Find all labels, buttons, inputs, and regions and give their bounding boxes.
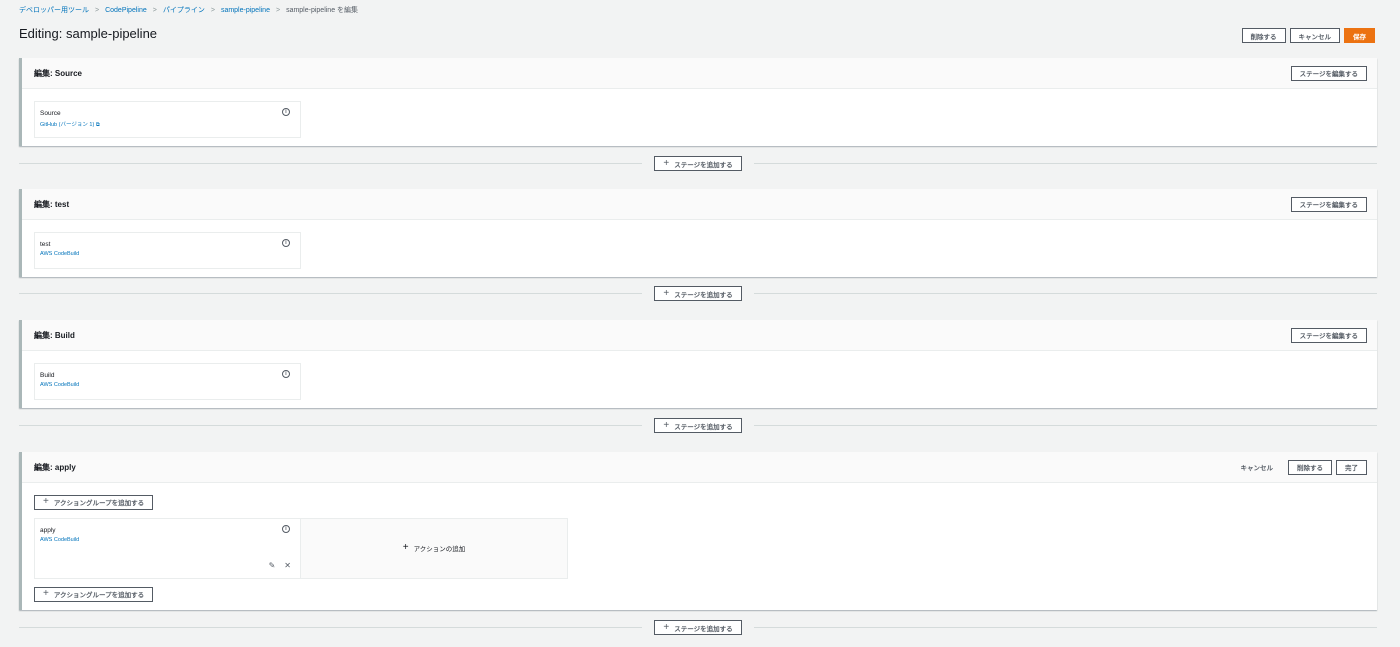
stage-title: 編集: Source — [34, 68, 83, 78]
plus-icon: + — [402, 542, 409, 553]
action-provider-link[interactable]: GitHub (バージョン 1) ⧉ — [40, 120, 295, 129]
plus-icon: + — [663, 287, 670, 299]
add-stage-label: ステージを追加する — [674, 423, 733, 431]
stage-body: Source GitHub (バージョン 1) ⧉ i — [22, 89, 1377, 150]
add-stage-button[interactable]: + ステージを追加する — [654, 286, 742, 301]
action-group: apply AWS CodeBuild i ✎ ✕ + アクションの追加 — [34, 517, 1365, 579]
action-card: apply AWS CodeBuild i ✎ ✕ — [34, 517, 301, 579]
edit-stage-button[interactable]: ステージを編集する — [1290, 196, 1367, 212]
breadcrumb-pipelines[interactable]: パイプライン — [163, 5, 205, 15]
stage-header: 編集: test ステージを編集する — [22, 189, 1377, 220]
save-button[interactable]: 保存 — [1344, 28, 1375, 43]
chevron-right-icon: > — [152, 6, 157, 14]
external-link-icon: ⧉ — [95, 122, 100, 128]
add-stage-row: + ステージを追加する — [19, 156, 1377, 171]
stage-title: 編集: test — [34, 199, 70, 209]
action-provider-link[interactable]: AWS CodeBuild — [40, 537, 295, 543]
add-stage-label: ステージを追加する — [674, 291, 733, 299]
edit-stage-button[interactable]: ステージを編集する — [1290, 65, 1367, 81]
page-title: Editing: sample-pipeline — [19, 26, 158, 41]
stage-test: 編集: test ステージを編集する test AWS CodeBuild i — [19, 189, 1377, 277]
delete-stage-button[interactable]: 削除する — [1288, 459, 1332, 475]
add-stage-label: ステージを追加する — [674, 625, 733, 633]
stage-header: 編集: apply キャンセル 削除する 完了 — [22, 452, 1377, 483]
edit-icon[interactable]: ✎ — [269, 561, 276, 570]
info-icon[interactable]: i — [282, 239, 290, 247]
cancel-button[interactable]: キャンセル — [1289, 28, 1340, 43]
breadcrumb-current: sample-pipeline を編集 — [286, 7, 359, 14]
action-provider-link[interactable]: AWS CodeBuild — [40, 251, 295, 257]
action-provider-link[interactable]: AWS CodeBuild — [40, 382, 295, 388]
action-tools: ✎ ✕ — [269, 561, 291, 570]
stage-body: test AWS CodeBuild i — [22, 220, 1377, 281]
close-icon[interactable]: ✕ — [284, 561, 291, 570]
stage-body: Build AWS CodeBuild i — [22, 351, 1377, 412]
stage-apply: 編集: apply キャンセル 削除する 完了 + アクショングループを追加する … — [19, 452, 1377, 610]
add-action-group-label: アクショングループを追加する — [53, 592, 145, 599]
header-actions: 削除する キャンセル 保存 — [1241, 28, 1375, 43]
chevron-right-icon: > — [275, 6, 281, 14]
add-stage-row: + ステージを追加する — [19, 418, 1377, 433]
cancel-stage-edit-link[interactable]: キャンセル — [1241, 462, 1274, 472]
breadcrumb-sample-pipeline[interactable]: sample-pipeline — [221, 7, 270, 14]
info-icon[interactable]: i — [282, 370, 290, 378]
action-card: Build AWS CodeBuild i — [34, 363, 301, 400]
add-stage-button[interactable]: + ステージを追加する — [654, 418, 742, 433]
add-stage-label: ステージを追加する — [674, 161, 733, 169]
stage-header: 編集: Build ステージを編集する — [22, 320, 1377, 351]
stage-header: 編集: Source ステージを編集する — [22, 58, 1377, 89]
plus-icon: + — [663, 157, 670, 169]
add-action-button[interactable]: + アクションの追加 — [301, 517, 568, 579]
add-action-label: アクションの追加 — [413, 546, 466, 553]
stage-body: + アクショングループを追加する apply AWS CodeBuild i ✎ … — [22, 483, 1377, 602]
action-card: Source GitHub (バージョン 1) ⧉ i — [34, 101, 301, 138]
action-card: test AWS CodeBuild i — [34, 232, 301, 269]
add-stage-row: + ステージを追加する — [19, 286, 1377, 301]
add-action-group-button[interactable]: + アクショングループを追加する — [34, 494, 154, 510]
edit-stage-button[interactable]: ステージを編集する — [1290, 327, 1367, 343]
chevron-right-icon: > — [210, 6, 215, 14]
plus-icon: + — [663, 419, 670, 431]
done-button[interactable]: 完了 — [1336, 459, 1367, 475]
add-stage-row: + ステージを追加する — [19, 620, 1377, 635]
add-stage-button[interactable]: + ステージを追加する — [654, 156, 742, 171]
stage-edit-actions: キャンセル 削除する 完了 — [1241, 459, 1367, 475]
delete-pipeline-button[interactable]: 削除する — [1241, 28, 1286, 43]
stage-source: 編集: Source ステージを編集する Source GitHub (バージョ… — [19, 58, 1377, 146]
stage-title: 編集: Build — [34, 330, 75, 340]
action-name: Source — [40, 110, 61, 117]
action-name: test — [40, 241, 51, 248]
stage-build: 編集: Build ステージを編集する Build AWS CodeBuild … — [19, 320, 1377, 408]
breadcrumb: デベロッパー用ツール > CodePipeline > パイプライン > sam… — [19, 5, 358, 15]
action-name: apply — [40, 526, 56, 534]
info-icon[interactable]: i — [282, 524, 290, 533]
breadcrumb-developer-tools[interactable]: デベロッパー用ツール — [19, 5, 89, 15]
plus-icon: + — [43, 588, 49, 599]
info-icon[interactable]: i — [282, 108, 290, 116]
action-name: Build — [40, 372, 55, 379]
add-action-group-label: アクショングループを追加する — [53, 500, 145, 507]
chevron-right-icon: > — [95, 6, 100, 14]
plus-icon: + — [43, 496, 49, 507]
action-provider-label: GitHub (バージョン 1) — [40, 122, 95, 128]
stage-title: 編集: apply — [34, 462, 76, 472]
add-stage-button[interactable]: + ステージを追加する — [654, 620, 742, 635]
plus-icon: + — [663, 621, 670, 633]
breadcrumb-codepipeline[interactable]: CodePipeline — [105, 7, 147, 14]
add-action-group-button[interactable]: + アクショングループを追加する — [34, 586, 154, 602]
